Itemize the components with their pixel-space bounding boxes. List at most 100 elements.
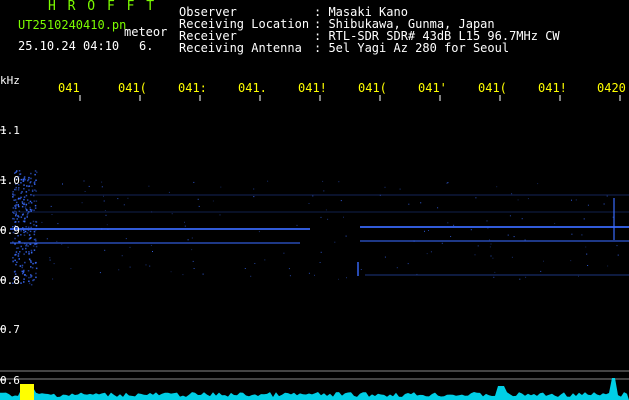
noise-speck [407, 263, 409, 265]
noise-speck [19, 265, 22, 267]
noise-speck [12, 241, 14, 243]
noise-speck [446, 182, 448, 184]
noise-speck [117, 198, 119, 200]
noise-speck [20, 178, 23, 181]
noise-speck [345, 235, 347, 237]
noise-speck [338, 181, 340, 183]
noise-speck [198, 205, 200, 207]
noise-speck [399, 188, 401, 190]
file-name: UT2510240410.pn [18, 18, 127, 32]
time-tick-6: 041( [358, 81, 387, 95]
noise-speck [29, 206, 31, 209]
noise-speck [28, 253, 30, 255]
noise-speck [129, 246, 131, 248]
noise-speck [33, 249, 36, 251]
noise-speck [28, 280, 30, 282]
noise-speck [15, 263, 17, 266]
noise-speck [509, 215, 511, 217]
spectrogram-plot [0, 95, 629, 400]
noise-speck [20, 282, 22, 284]
noise-speck [14, 243, 16, 245]
noise-speck [125, 238, 127, 240]
noise-speck [16, 218, 18, 220]
noise-speck [123, 204, 125, 206]
noise-speck [21, 202, 24, 205]
noise-speck [314, 274, 315, 276]
noise-speck [26, 199, 29, 201]
noise-speck [50, 205, 52, 207]
noise-speck [35, 200, 38, 202]
date-time: 25.10.24 04:10 [18, 39, 120, 53]
noise-speck [447, 182, 449, 184]
noise-speck [543, 260, 544, 262]
noise-speck [14, 205, 17, 208]
noise-speck [15, 213, 17, 215]
noise-speck [192, 260, 194, 262]
noise-speck [617, 254, 619, 256]
noise-speck [24, 242, 26, 245]
noise-speck [20, 245, 22, 248]
noise-speck [494, 271, 496, 273]
noise-speck [101, 186, 103, 188]
noise-speck [453, 224, 455, 226]
noise-speck [527, 198, 529, 200]
noise-speck [67, 246, 69, 248]
noise-speck [12, 196, 14, 198]
noise-speck [490, 243, 492, 245]
noise-speck [33, 231, 36, 233]
noise-speck [283, 252, 285, 254]
noise-speck [475, 197, 477, 199]
noise-speck [34, 183, 36, 185]
hrofft-screen: H R O F F T UT2510240410.pn meteor 25.10… [0, 0, 629, 400]
noise-speck [34, 207, 37, 209]
noise-speck [29, 258, 31, 261]
y-tick-0-9: 0.9 [0, 224, 20, 237]
noise-speck [21, 191, 23, 193]
noise-speck [30, 181, 32, 183]
noise-speck [25, 243, 28, 246]
noise-speck [88, 185, 90, 187]
noise-speck [28, 202, 30, 204]
noise-speck [25, 251, 27, 253]
noise-speck [34, 189, 36, 191]
noise-speck [25, 226, 27, 228]
noise-speck [16, 247, 18, 249]
noise-speck [23, 281, 25, 283]
noise-speck [17, 221, 20, 223]
noise-speck [28, 238, 30, 240]
noise-speck [17, 214, 19, 217]
noise-speck [19, 197, 21, 200]
noise-speck [51, 214, 53, 215]
level-trace [0, 378, 629, 400]
noise-speck [23, 203, 25, 206]
noise-speck [34, 173, 36, 176]
noise-speck [171, 213, 173, 215]
noise-speck [21, 201, 24, 203]
noise-speck [35, 179, 37, 181]
noise-speck [49, 257, 51, 259]
noise-speck [581, 234, 583, 236]
noise-speck [571, 199, 572, 201]
noise-speck [24, 261, 26, 264]
noise-speck [486, 220, 488, 222]
noise-speck [187, 239, 189, 241]
noise-speck [537, 183, 539, 185]
noise-speck [25, 275, 28, 277]
noise-speck [29, 243, 31, 245]
noise-speck [14, 199, 17, 201]
noise-speck [27, 270, 30, 272]
noise-speck [325, 209, 327, 211]
noise-speck [61, 243, 63, 245]
noise-speck [41, 221, 43, 223]
noise-speck [35, 240, 37, 242]
noise-speck [28, 276, 30, 279]
noise-speck [24, 179, 26, 181]
noise-speck [540, 270, 542, 272]
noise-speck [13, 199, 15, 201]
noise-speck [15, 214, 17, 217]
noise-speck [23, 184, 25, 186]
noise-speck [575, 199, 577, 201]
noise-speck [253, 196, 255, 198]
noise-speck [17, 198, 20, 200]
noise-speck [62, 183, 63, 185]
